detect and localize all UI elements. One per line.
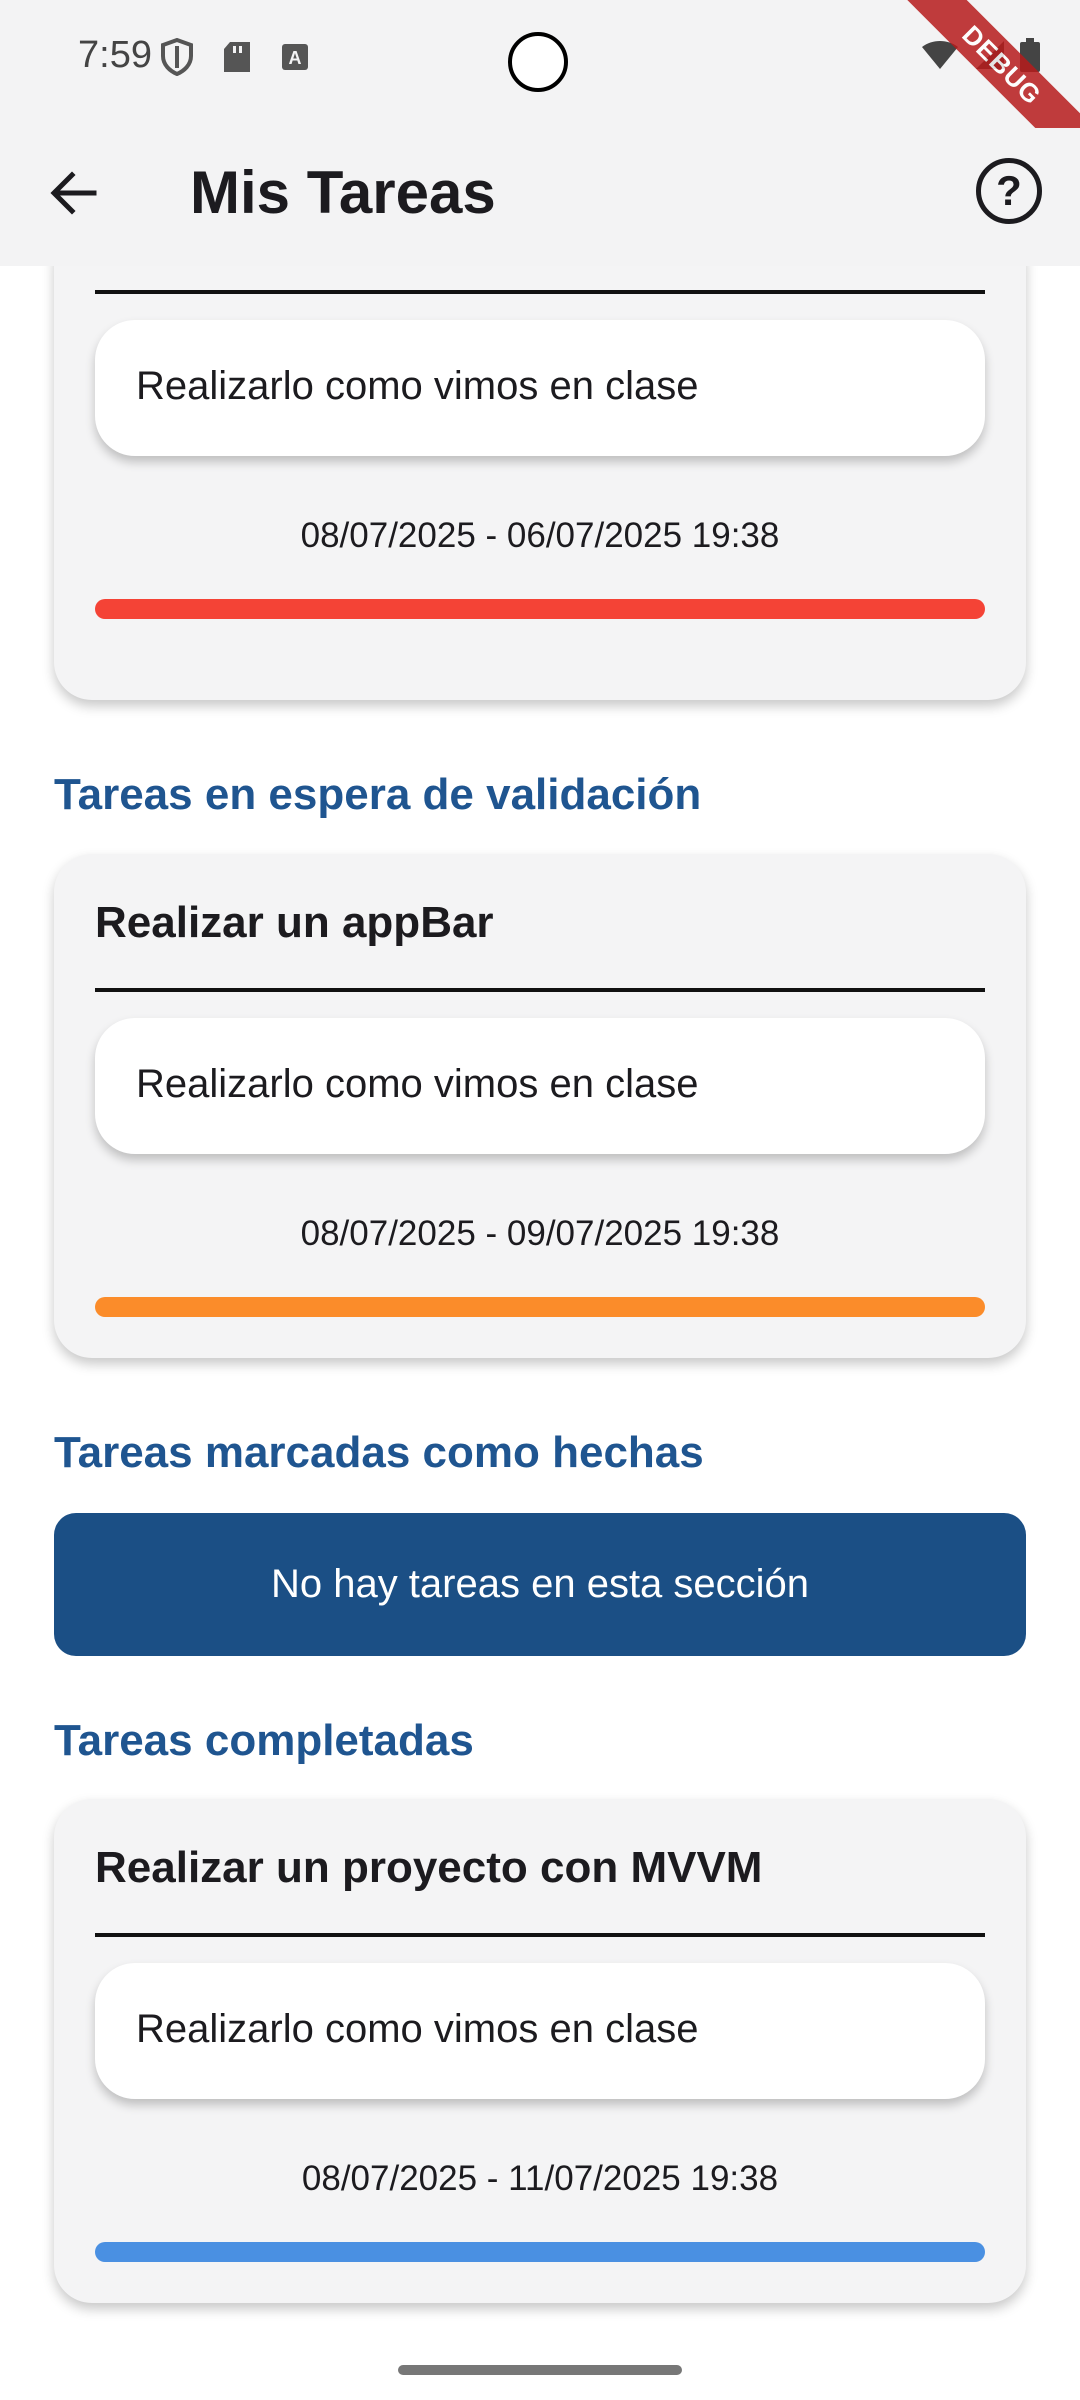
help-icon[interactable]: ? — [976, 158, 1042, 224]
section-header-marked-done: Tareas marcadas como hechas — [54, 1428, 704, 1477]
task-title: Realizar un appBar — [95, 898, 494, 947]
card-divider — [95, 1933, 985, 1937]
task-list[interactable]: Realizarlo como vimos en clase 08/07/202… — [0, 266, 1080, 2400]
back-arrow-icon[interactable] — [44, 163, 104, 223]
task-status-bar — [95, 2242, 985, 2262]
camera-cutout — [508, 32, 568, 92]
page-title: Mis Tareas — [190, 159, 496, 226]
task-status-bar — [95, 599, 985, 619]
task-description-box: Realizarlo como vimos en clase — [95, 1963, 985, 2099]
task-card[interactable]: Realizar un appBar Realizarlo como vimos… — [54, 854, 1026, 1358]
section-header-pending-validation: Tareas en espera de validación — [54, 770, 702, 819]
shield-icon — [161, 38, 193, 76]
home-indicator[interactable] — [398, 2365, 682, 2375]
status-icons-left: A — [160, 38, 310, 76]
task-card[interactable]: Realizarlo como vimos en clase 08/07/202… — [54, 266, 1026, 700]
section-header-completed: Tareas completadas — [54, 1716, 474, 1765]
task-status-bar — [95, 1297, 985, 1317]
keyboard-a-icon: A — [282, 44, 308, 70]
task-dates: 08/07/2025 - 06/07/2025 19:38 — [300, 516, 780, 555]
task-description-box: Realizarlo como vimos en clase — [95, 320, 985, 456]
empty-section-banner: No hay tareas en esta sección — [54, 1513, 1026, 1656]
svg-text:A: A — [289, 48, 302, 68]
status-time: 7:59 — [78, 34, 152, 76]
card-divider — [95, 988, 985, 992]
status-bar: 7:59 A DEBUG — [0, 0, 1080, 172]
task-description: Realizarlo como vimos en clase — [136, 364, 699, 408]
task-dates: 08/07/2025 - 11/07/2025 19:38 — [301, 2159, 779, 2198]
task-dates: 08/07/2025 - 09/07/2025 19:38 — [300, 1214, 780, 1253]
card-divider — [95, 290, 985, 294]
task-description: Realizarlo como vimos en clase — [136, 1062, 699, 1106]
task-description: Realizarlo como vimos en clase — [136, 2007, 699, 2051]
sd-card-icon — [224, 42, 250, 72]
app-bar: Mis Tareas ? — [0, 128, 1080, 266]
task-title: Realizar un proyecto con MVVM — [95, 1843, 763, 1892]
task-description-box: Realizarlo como vimos en clase — [95, 1018, 985, 1154]
task-card[interactable]: Realizar un proyecto con MVVM Realizarlo… — [54, 1799, 1026, 2303]
